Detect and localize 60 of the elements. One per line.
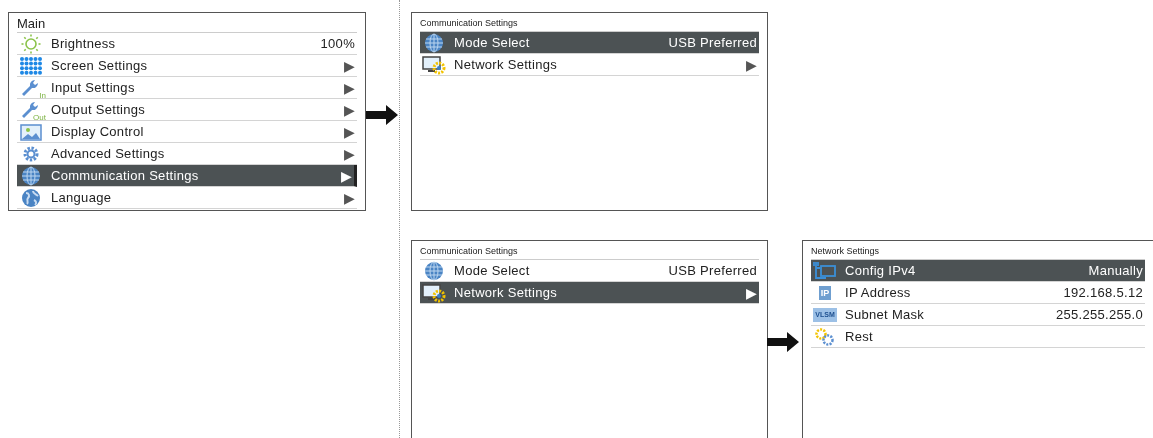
menu-item[interactable]: Network Settings ▶ bbox=[420, 54, 759, 76]
menu-item[interactable]: Config IPv4 Manually bbox=[811, 260, 1145, 282]
submenu-arrow: ▶ bbox=[343, 145, 355, 162]
item-label: Subnet Mask bbox=[845, 307, 926, 322]
screen-title: Main bbox=[17, 15, 357, 33]
screen-title: Communication Settings bbox=[420, 243, 759, 260]
menu-item[interactable]: IP IP Address 192.168.5.12 bbox=[811, 282, 1145, 304]
item-label: Advanced Settings bbox=[51, 146, 166, 161]
item-label: Brightness bbox=[51, 36, 117, 51]
submenu-arrow: ▶ bbox=[343, 79, 355, 96]
gears-icon bbox=[813, 326, 837, 347]
item-label: Config IPv4 bbox=[845, 263, 917, 278]
item-value: 255.255.255.0 bbox=[1055, 307, 1143, 322]
menu-item[interactable]: Rest bbox=[811, 326, 1145, 348]
flow-arrow bbox=[366, 105, 398, 125]
item-value: Manually bbox=[1088, 263, 1143, 278]
submenu-arrow: ▶ bbox=[343, 57, 355, 74]
globe-icon bbox=[19, 165, 43, 186]
item-value: USB Preferred bbox=[668, 263, 757, 278]
tag-icon: IP bbox=[818, 285, 832, 300]
menu-item[interactable]: Network Settings ▶ bbox=[420, 282, 759, 304]
menu-item[interactable]: Mode Select USB Preferred bbox=[420, 32, 759, 54]
item-label: Display Control bbox=[51, 124, 145, 139]
submenu-arrow: ▶ bbox=[343, 123, 355, 140]
item-value: USB Preferred bbox=[668, 35, 757, 50]
submenu-arrow: ▶ bbox=[343, 101, 355, 118]
menu-item[interactable]: Screen Settings ▶ bbox=[17, 55, 357, 77]
picture-icon bbox=[19, 121, 43, 142]
earth-icon bbox=[19, 187, 43, 208]
submenu-arrow: ▶ bbox=[340, 167, 352, 184]
item-label: Network Settings bbox=[454, 285, 559, 300]
submenu-arrow: ▶ bbox=[343, 189, 355, 206]
item-label: Language bbox=[51, 190, 113, 205]
submenu-arrow: ▶ bbox=[745, 284, 757, 301]
globe-icon bbox=[422, 32, 446, 53]
item-label: Network Settings bbox=[454, 57, 559, 72]
menu-item[interactable]: Display Control ▶ bbox=[17, 121, 357, 143]
item-label: Output Settings bbox=[51, 102, 147, 117]
dot-grid-icon bbox=[19, 55, 43, 76]
item-label: Rest bbox=[845, 329, 874, 344]
item-value: 192.168.5.12 bbox=[1063, 285, 1143, 300]
item-label: Input Settings bbox=[51, 80, 136, 95]
submenu-arrow: ▶ bbox=[745, 56, 757, 73]
item-label: Mode Select bbox=[454, 263, 531, 278]
item-label: IP Address bbox=[845, 285, 912, 300]
sun-icon bbox=[19, 33, 43, 54]
monitor-gear-icon bbox=[422, 282, 446, 303]
network-icon bbox=[813, 260, 837, 281]
menu-item[interactable]: Brightness 100% bbox=[17, 33, 357, 55]
menu-item[interactable]: Communication Settings ▶ bbox=[17, 165, 357, 187]
menu-item[interactable]: Out Output Settings ▶ bbox=[17, 99, 357, 121]
item-label: Screen Settings bbox=[51, 58, 149, 73]
item-label: Communication Settings bbox=[51, 168, 200, 183]
monitor-gear-icon bbox=[422, 54, 446, 75]
item-value: 100% bbox=[320, 36, 355, 51]
menu-item[interactable]: In Input Settings ▶ bbox=[17, 77, 357, 99]
item-label: Mode Select bbox=[454, 35, 531, 50]
globe-icon bbox=[422, 260, 446, 281]
menu-item[interactable]: Language ▶ bbox=[17, 187, 357, 209]
flow-arrow bbox=[767, 332, 799, 352]
